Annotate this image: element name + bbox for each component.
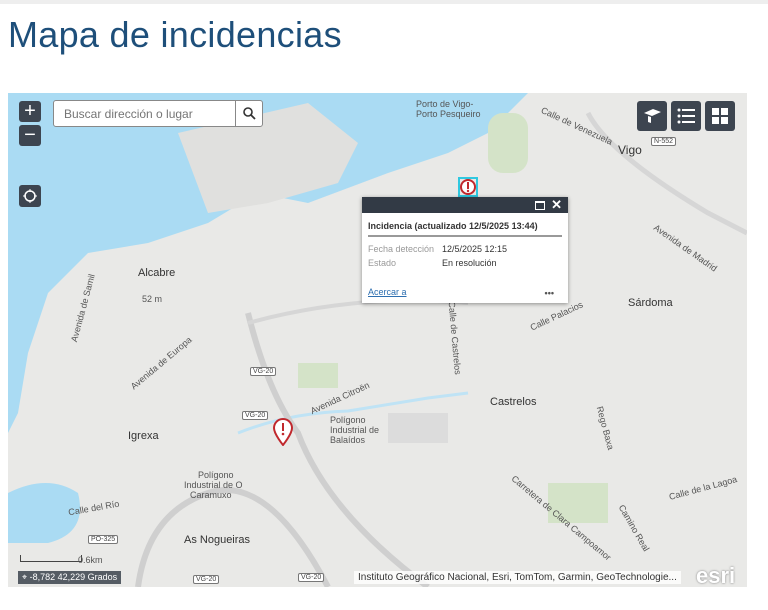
map-view[interactable]: Porto de Vigo- Porto Pesqueiro Calle de … — [8, 93, 747, 587]
map-label: Polígono — [198, 470, 234, 480]
road-shield: PO-325 — [88, 535, 119, 544]
road-shield: N-552 — [651, 137, 677, 146]
locate-button[interactable] — [19, 185, 41, 207]
map-label: Polígono — [330, 415, 366, 425]
crosshair-icon: ⌖ — [22, 572, 30, 582]
mortarboard-icon — [644, 109, 661, 123]
map-label: Vigo — [618, 143, 642, 157]
list-icon — [677, 108, 695, 124]
field-label: Fecha detección — [368, 244, 435, 254]
page-title: Mapa de incidencias — [8, 14, 342, 55]
field-value: En resolución — [442, 258, 497, 268]
scale-bar — [20, 555, 82, 562]
popup-title: Incidencia (actualizado 12/5/2025 13:44) — [368, 221, 562, 237]
popup-fields: Fecha detección 12/5/2025 12:15 Estado En … — [368, 242, 507, 270]
search-input[interactable] — [54, 101, 235, 126]
search-button[interactable] — [235, 101, 262, 126]
search-icon — [242, 107, 256, 120]
map-label: Porto Pesqueiro — [416, 109, 481, 119]
basemap-gallery-button[interactable] — [637, 101, 667, 131]
map-label: Caramuxo — [190, 490, 232, 500]
dock-icon[interactable] — [535, 200, 546, 210]
zoom-in-button[interactable]: + — [19, 100, 41, 122]
scale-label: 0.6km — [78, 555, 103, 565]
close-icon[interactable]: ✕ — [551, 197, 562, 213]
map-label: Alcabre — [138, 267, 176, 279]
layers-button[interactable] — [705, 101, 735, 131]
coordinates-readout[interactable]: ⌖ -8,782 42,229 Grados — [18, 571, 122, 584]
map-label: 52 m — [142, 294, 163, 304]
zoom-out-button[interactable]: − — [19, 124, 41, 146]
road-shield: VG-20 — [298, 573, 325, 582]
road-shield: VG-20 — [250, 367, 277, 376]
map-label: Sárdoma — [628, 297, 673, 309]
map-label: Castrelos — [490, 396, 537, 408]
zoom-to-link[interactable]: Acercar a — [368, 287, 407, 297]
incident-marker[interactable] — [272, 417, 294, 451]
more-actions-button[interactable]: ••• — [545, 288, 554, 298]
map-label: Igrexa — [128, 430, 159, 442]
field-label: Estado — [368, 258, 397, 268]
map-label: Balaídos — [330, 435, 366, 445]
map-label: As Nogueiras — [184, 534, 251, 546]
field-row: Estado En resolución — [368, 256, 507, 270]
map-label: Industrial de O — [184, 480, 243, 490]
incident-marker-selected[interactable] — [458, 177, 478, 197]
legend-button[interactable] — [671, 101, 701, 131]
top-bar — [0, 0, 768, 4]
incident-popup: ✕ Incidencia (actualizado 12/5/2025 13:4… — [362, 197, 568, 303]
road-shield: VG-20 — [193, 575, 220, 584]
road-shield: VG-20 — [242, 411, 269, 420]
search-box — [53, 100, 263, 127]
field-row: Fecha detección 12/5/2025 12:15 — [368, 242, 507, 256]
map-label: Industrial de — [330, 425, 380, 435]
field-value: 12/5/2025 12:15 — [442, 244, 508, 254]
attribution[interactable]: Instituto Geográfico Nacional, Esri, Tom… — [354, 571, 681, 584]
locate-icon — [23, 189, 37, 203]
map-label: Porto de Vigo- — [416, 99, 474, 109]
basemap — [8, 93, 747, 587]
esri-logo: esri — [696, 563, 736, 587]
grid-icon — [712, 108, 728, 124]
